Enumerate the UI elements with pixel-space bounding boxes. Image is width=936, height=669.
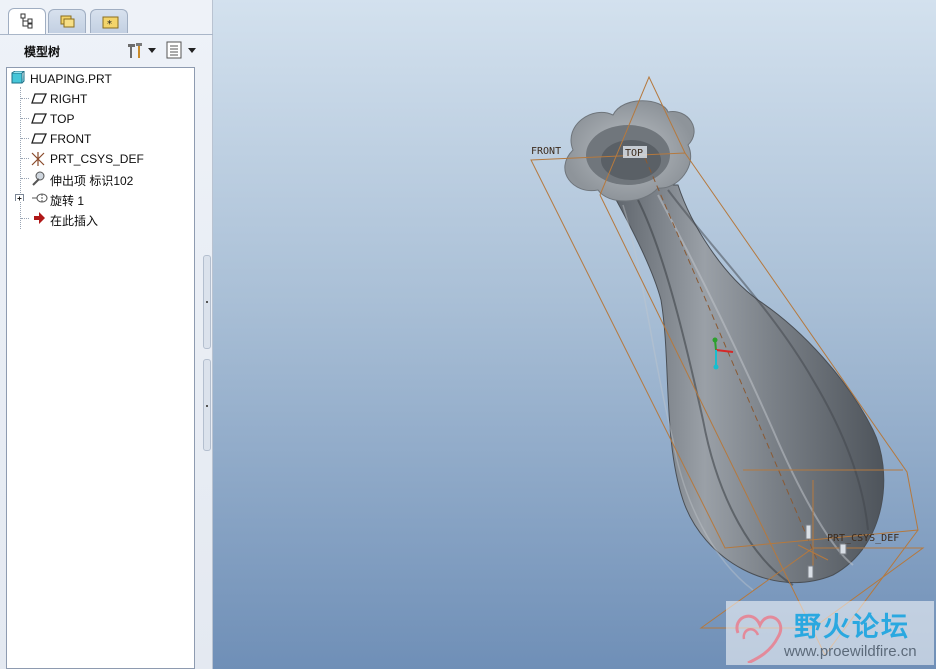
tree-item-revolve[interactable]: 旋转 1 [7, 190, 194, 208]
vase-model-view: FRONT TOP PRT_CSYS_DEF [530, 75, 925, 656]
list-icon [166, 41, 182, 59]
tree-item-label: RIGHT [50, 92, 88, 106]
watermark: 野火论坛 www.proewildfire.cn [726, 601, 934, 665]
folders-icon [60, 15, 75, 28]
show-button[interactable] [164, 40, 198, 60]
forum-logo-icon [735, 614, 783, 663]
navigator-tabbar: * [0, 0, 213, 35]
tree-item-label: TOP [50, 112, 75, 126]
tree-item-label: 伸出项 标识102 [50, 174, 134, 188]
panel-sash-handle-lower[interactable] [203, 359, 211, 451]
model-tree[interactable]: HUAPING.PRT RIGHT TOP FRONT PRT_CSYS_DEF… [6, 67, 195, 669]
model-tree-tab[interactable] [8, 8, 46, 34]
watermark-text: 野火论坛 [794, 612, 910, 643]
chevron-down-icon [188, 48, 196, 53]
tree-item-label: FRONT [50, 132, 92, 146]
watermark-url: www.proewildfire.cn [784, 643, 917, 660]
expand-icon[interactable] [15, 191, 25, 201]
revolve-icon [32, 193, 48, 203]
datum-plane-icon [31, 113, 47, 124]
settings-button[interactable] [124, 40, 158, 60]
tree-item-top[interactable]: TOP [7, 110, 194, 128]
panel-sash-handle[interactable] [203, 255, 211, 349]
tree-item-protrusion[interactable]: 伸出项 标识102 [7, 170, 194, 188]
tree-item-front[interactable]: FRONT [7, 130, 194, 148]
svg-text:*: * [107, 19, 112, 30]
tree-item-label: PRT_CSYS_DEF [50, 152, 144, 166]
top-datum-label[interactable]: TOP [625, 148, 643, 159]
insert-here-arrow-icon [34, 212, 45, 224]
datum-plane-icon [31, 133, 47, 144]
favorites-folder-icon: * [102, 16, 119, 30]
model-tree-header: 模型树 [8, 38, 206, 64]
vase-body[interactable] [607, 184, 885, 591]
navigator-panel: * 模型树 HUAPING.PRT RIGHT TOP FRONT PRT_CS… [0, 0, 213, 669]
model-tree-icon [20, 13, 33, 29]
model-tree-title: 模型树 [24, 45, 61, 59]
protrusion-icon [32, 171, 45, 186]
tree-item-label: HUAPING.PRT [30, 72, 112, 86]
tools-icon [128, 43, 142, 58]
front-datum-label[interactable]: FRONT [531, 146, 561, 157]
tree-item-csys[interactable]: PRT_CSYS_DEF [7, 150, 194, 168]
tree-item-label: 旋转 1 [50, 194, 85, 208]
coordinate-system-icon [31, 152, 45, 166]
favorites-tab[interactable]: * [90, 9, 128, 33]
csys-label[interactable]: PRT_CSYS_DEF [827, 533, 899, 544]
tree-item-label: 在此插入 [50, 214, 99, 228]
part-icon [11, 71, 25, 84]
graphics-viewport[interactable]: FRONT TOP PRT_CSYS_DEF [213, 0, 936, 669]
chevron-down-icon [148, 48, 156, 53]
folder-browser-tab[interactable] [48, 9, 86, 33]
datum-plane-icon [31, 93, 47, 104]
tree-item-insert-here[interactable]: 在此插入 [7, 210, 194, 228]
tree-item-right[interactable]: RIGHT [7, 90, 194, 108]
tree-item-part[interactable]: HUAPING.PRT [7, 70, 194, 88]
